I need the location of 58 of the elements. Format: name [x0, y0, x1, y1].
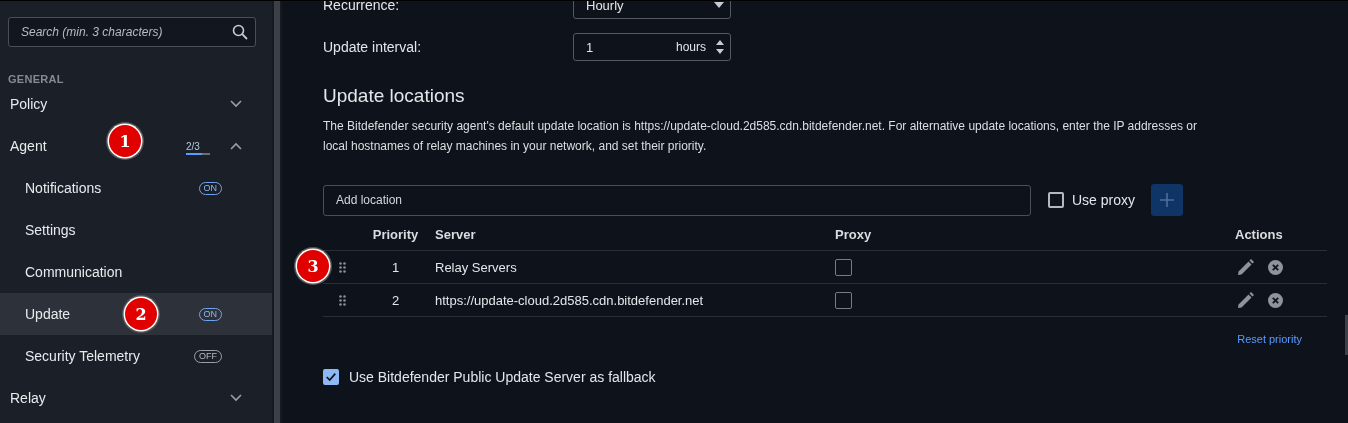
column-header: Actions [1234, 226, 1284, 242]
column-header: Priority [371, 226, 420, 242]
progress-count: 2/3 [186, 140, 210, 152]
sidebar-item[interactable]: Communication [0, 251, 272, 293]
add-button[interactable] [1151, 184, 1184, 216]
chevron-icon[interactable] [230, 142, 242, 150]
sidebar-item[interactable]: Policy [0, 83, 272, 125]
checkbox[interactable] [835, 258, 852, 276]
search-icon [232, 24, 248, 40]
checkbox-label: Use Bitdefender Public Update Server as fallback [349, 369, 656, 385]
sidebar-item[interactable]: Settings [0, 209, 272, 251]
section-title: Update locations [323, 85, 466, 107]
nav-label: Agent [10, 138, 47, 154]
table-cell-text: 1 [390, 259, 401, 275]
dropdown[interactable]: Hourly [573, 1, 731, 19]
chevron-icon[interactable] [230, 100, 242, 108]
table-cell-text: 2 [390, 292, 401, 308]
annotation-marker: 1 [109, 125, 141, 157]
number-field[interactable]: 1 hours [573, 33, 731, 61]
close-icon[interactable] [1268, 259, 1283, 275]
chevron-icon[interactable] [230, 394, 242, 402]
drag-handle-icon[interactable] [339, 294, 346, 306]
sidebar-item[interactable]: Notifications ON [0, 167, 272, 209]
nav-label: Update [25, 306, 71, 322]
checkbox[interactable] [835, 291, 852, 309]
nav-label: Notifications [25, 180, 102, 196]
field-label: Recurrence: [323, 1, 401, 13]
section-heading: GENERAL [7, 72, 65, 83]
nav-label: Relay [10, 390, 46, 406]
checkbox-label: Use proxy [1072, 192, 1136, 208]
sidebar-item[interactable]: Agent 1 2/3 [0, 125, 272, 167]
nav-label: Communication [25, 264, 123, 280]
location-input[interactable]: Add location [323, 184, 1031, 216]
edit-icon[interactable] [1237, 291, 1254, 309]
stepper-icon[interactable] [716, 39, 724, 55]
caret-icon [714, 2, 724, 8]
column-header: Proxy [834, 226, 873, 242]
reset-priority-link[interactable]: Reset priority [1237, 333, 1302, 345]
nav-label: Security Telemetry [25, 348, 140, 364]
checkbox[interactable] [323, 369, 339, 385]
checkbox[interactable] [1048, 192, 1064, 208]
description-text: The Bitdefender security agent's default update location is https://update-cloud.2d585.cdn.bitdefender.net. For alternative update locations, enter the IP addresses or local hostnames of relay machines in your network, and set their priority. [323, 118, 1198, 155]
search-field[interactable]: Search (min. 3 characters) [8, 17, 256, 47]
sidebar-item[interactable]: Security Telemetry OFF [0, 335, 272, 377]
drag-handle-icon[interactable] [339, 261, 346, 273]
edit-icon[interactable] [1237, 258, 1254, 276]
table-cell-text: https://update-cloud.2d585.cdn.bitdefender.net [434, 292, 705, 308]
sidebar-item[interactable]: Update 2 ON [0, 293, 272, 335]
table-cell-text: Relay Servers [434, 259, 518, 275]
nav-label: Policy [10, 96, 48, 112]
annotation-marker: 3 [297, 250, 329, 282]
annotation-marker: 2 [125, 298, 157, 330]
plus-icon [1160, 193, 1175, 207]
field-label: Update interval: [323, 39, 423, 55]
close-icon[interactable] [1268, 292, 1283, 308]
column-header: Server [434, 226, 477, 242]
sidebar-item[interactable]: Relay [0, 377, 272, 419]
nav-label: Settings [25, 222, 76, 238]
